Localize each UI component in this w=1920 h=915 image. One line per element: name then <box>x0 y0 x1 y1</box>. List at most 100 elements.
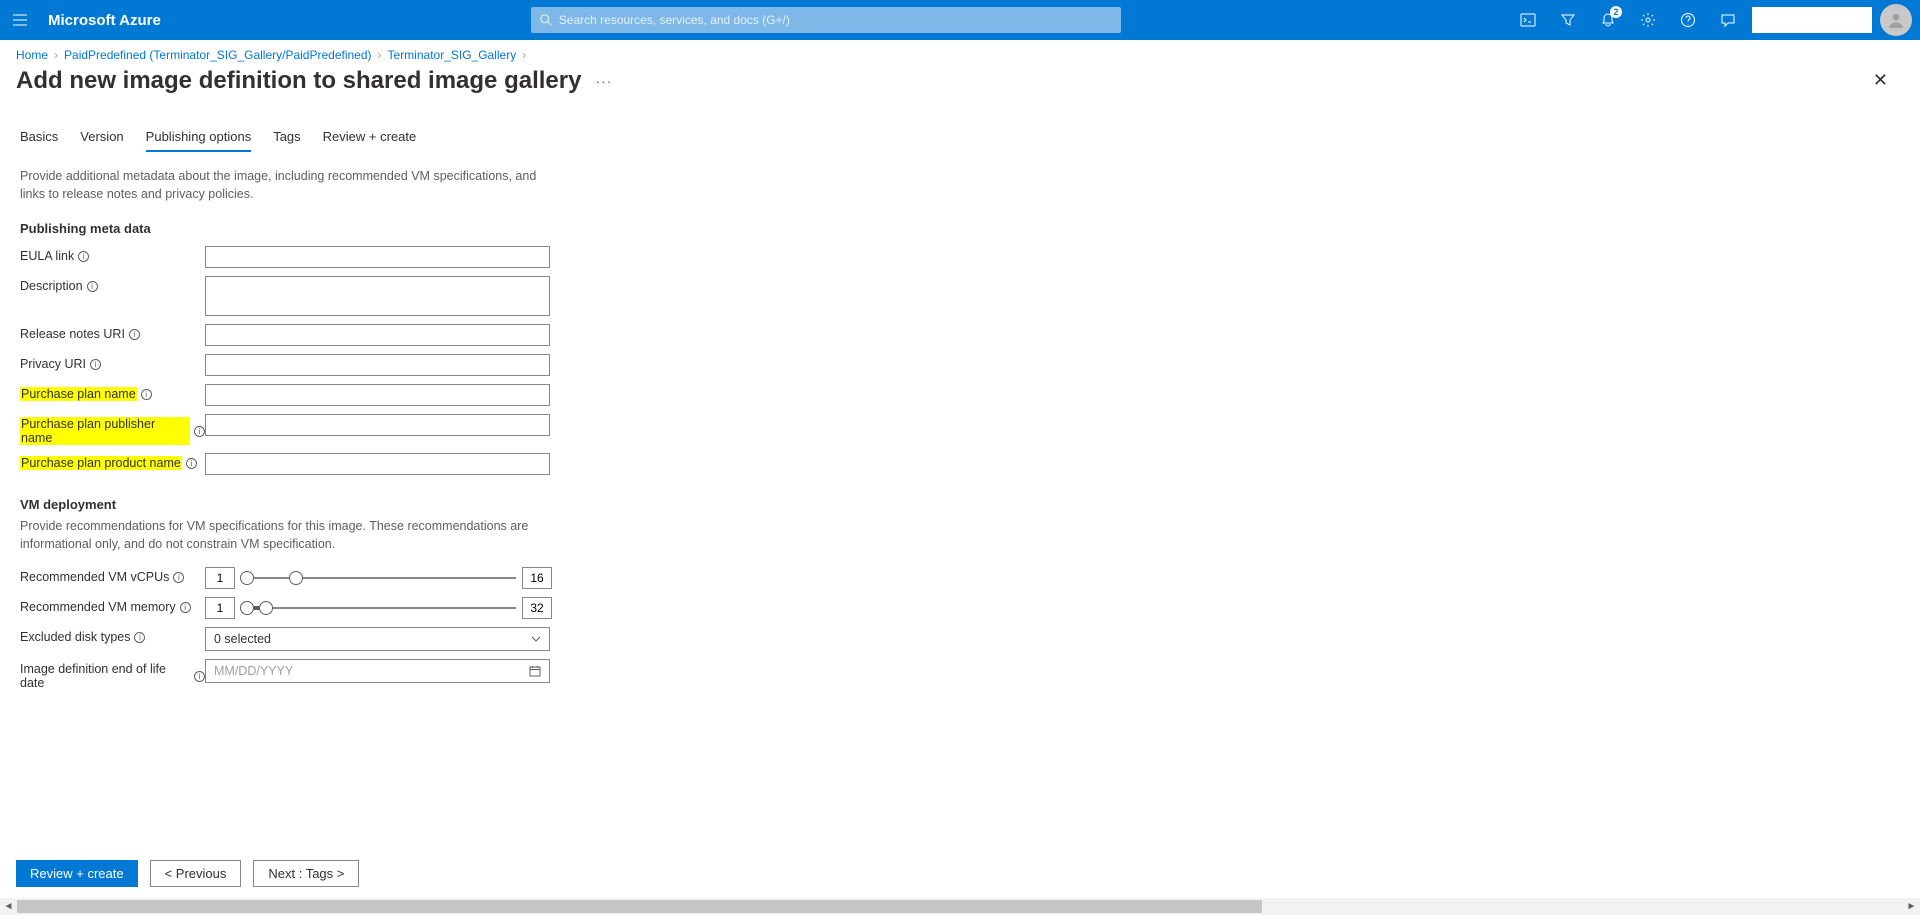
tab-review-create[interactable]: Review + create <box>323 123 417 152</box>
feedback-button[interactable] <box>1708 0 1748 40</box>
scroll-track[interactable] <box>17 898 1903 915</box>
top-bar: Microsoft Azure 2 <box>0 0 1920 40</box>
slider-thumb-max[interactable] <box>289 571 303 585</box>
scroll-thumb[interactable] <box>17 900 1262 913</box>
info-icon[interactable]: i <box>134 632 145 643</box>
search-wrap <box>531 7 1121 33</box>
section-heading-vm: VM deployment <box>20 497 1900 512</box>
select-excluded-disk-types[interactable]: 0 selected <box>205 627 550 651</box>
breadcrumb-link-gallery[interactable]: Terminator_SIG_Gallery <box>388 48 517 62</box>
brand-label[interactable]: Microsoft Azure <box>48 12 161 29</box>
notification-badge: 2 <box>1610 6 1622 18</box>
input-purchase-plan-name[interactable] <box>205 384 550 406</box>
calendar-icon <box>529 665 541 677</box>
vm-intro-text: Provide recommendations for VM specifica… <box>20 518 550 553</box>
help-button[interactable] <box>1668 0 1708 40</box>
chevron-right-icon: › <box>54 48 58 62</box>
global-search[interactable] <box>531 7 1121 33</box>
info-icon[interactable]: i <box>194 426 205 437</box>
info-icon[interactable]: i <box>173 572 184 583</box>
label-privacy: Privacy URI <box>20 357 86 371</box>
slider-vcpus[interactable] <box>241 577 516 579</box>
breadcrumb-link-home[interactable]: Home <box>16 48 48 62</box>
date-placeholder: MM/DD/YYYY <box>214 664 293 678</box>
next-button[interactable]: Next : Tags > <box>253 860 359 887</box>
row-plan-publisher: Purchase plan publisher namei <box>20 414 1900 445</box>
slider-thumb-min[interactable] <box>240 571 254 585</box>
label-plan-name: Purchase plan name <box>20 387 137 401</box>
row-description: Descriptioni <box>20 276 1900 316</box>
chevron-right-icon: › <box>522 48 526 62</box>
label-memory: Recommended VM memory <box>20 600 176 614</box>
info-icon[interactable]: i <box>194 671 205 682</box>
tab-publishing-options[interactable]: Publishing options <box>146 123 252 152</box>
hamburger-icon <box>12 12 28 28</box>
row-plan-name: Purchase plan name i <box>20 384 1900 406</box>
gear-icon <box>1640 12 1656 28</box>
filter-icon <box>1560 12 1576 28</box>
slider-memory[interactable] <box>241 607 516 609</box>
cloud-shell-button[interactable] <box>1508 0 1548 40</box>
input-purchase-plan-publisher[interactable] <box>205 414 550 436</box>
info-icon[interactable]: i <box>78 251 89 262</box>
row-eol-date: Image definition end of life date i MM/DD… <box>20 659 1900 690</box>
top-right-actions: 2 <box>1508 0 1920 40</box>
settings-button[interactable] <box>1628 0 1668 40</box>
directory-filter-button[interactable] <box>1548 0 1588 40</box>
label-release-notes: Release notes URI <box>20 327 125 341</box>
input-memory-min[interactable] <box>205 597 235 619</box>
breadcrumb: Home › PaidPredefined (Terminator_SIG_Ga… <box>0 40 1920 66</box>
info-icon[interactable]: i <box>87 281 98 292</box>
input-vcpus-min[interactable] <box>205 567 235 589</box>
page-title: Add new image definition to shared image… <box>16 67 581 95</box>
row-eula: EULA link i <box>20 246 1900 268</box>
label-plan-product: Purchase plan product name <box>20 456 182 470</box>
input-privacy-uri[interactable] <box>205 354 550 376</box>
section-heading-meta: Publishing meta data <box>20 221 1900 236</box>
info-icon[interactable]: i <box>180 602 191 613</box>
info-icon[interactable]: i <box>90 359 101 370</box>
slider-thumb-min[interactable] <box>240 601 254 615</box>
notifications-button[interactable]: 2 <box>1588 0 1628 40</box>
row-excluded-disk: Excluded disk types i 0 selected <box>20 627 1900 651</box>
account-box[interactable] <box>1752 7 1872 33</box>
slider-thumb-max[interactable] <box>259 601 273 615</box>
tab-tags[interactable]: Tags <box>273 123 300 152</box>
tab-basics[interactable]: Basics <box>20 123 58 152</box>
horizontal-scrollbar[interactable]: ◄ ► <box>0 898 1920 915</box>
title-more-button[interactable]: ··· <box>595 73 612 89</box>
content-area: Provide additional metadata about the im… <box>0 154 1920 848</box>
previous-button[interactable]: < Previous <box>150 860 242 887</box>
info-icon[interactable]: i <box>129 329 140 340</box>
search-icon <box>539 13 553 27</box>
row-memory: Recommended VM memory i <box>20 597 1900 619</box>
label-eol: Image definition end of life date <box>20 662 190 690</box>
row-privacy: Privacy URI i <box>20 354 1900 376</box>
input-purchase-plan-product[interactable] <box>205 453 550 475</box>
input-release-notes-uri[interactable] <box>205 324 550 346</box>
label-excluded-disk: Excluded disk types <box>20 630 130 644</box>
row-vcpus: Recommended VM vCPUs i <box>20 567 1900 589</box>
avatar-button[interactable] <box>1880 4 1912 36</box>
input-vcpus-max[interactable] <box>522 567 552 589</box>
label-eula: EULA link <box>20 249 74 263</box>
input-eula-link[interactable] <box>205 246 550 268</box>
label-vcpus: Recommended VM vCPUs <box>20 570 169 584</box>
tab-version[interactable]: Version <box>80 123 123 152</box>
scroll-right-arrow[interactable]: ► <box>1903 898 1920 915</box>
scroll-left-arrow[interactable]: ◄ <box>0 898 17 915</box>
info-icon[interactable]: i <box>141 389 152 400</box>
intro-text: Provide additional metadata about the im… <box>20 168 550 203</box>
breadcrumb-link-resource[interactable]: PaidPredefined (Terminator_SIG_Gallery/P… <box>64 48 372 62</box>
row-release-notes: Release notes URI i <box>20 324 1900 346</box>
info-icon[interactable]: i <box>186 458 197 469</box>
input-description[interactable] <box>205 276 550 316</box>
input-memory-max[interactable] <box>522 597 552 619</box>
review-create-button[interactable]: Review + create <box>16 860 138 887</box>
global-search-input[interactable] <box>559 13 1113 27</box>
input-eol-date[interactable]: MM/DD/YYYY <box>205 659 550 683</box>
hamburger-menu-button[interactable] <box>0 0 40 40</box>
cloud-shell-icon <box>1520 12 1536 28</box>
close-blade-button[interactable]: ✕ <box>1865 66 1896 95</box>
chevron-right-icon: › <box>378 48 382 62</box>
